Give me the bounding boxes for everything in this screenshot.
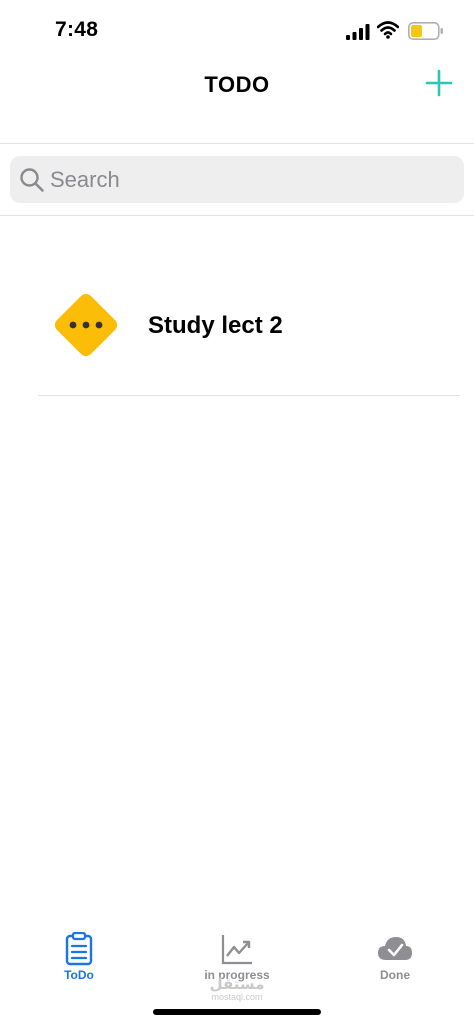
battery-icon — [408, 22, 443, 40]
tab-label: Done — [380, 968, 410, 982]
tab-todo[interactable]: ToDo — [0, 924, 158, 996]
tab-label: ToDo — [64, 968, 94, 982]
watermark-latin: mostaql.com — [211, 992, 263, 1002]
watermark: مستقل mostaql.com — [200, 976, 274, 1002]
home-indicator[interactable] — [153, 1009, 321, 1015]
plus-icon[interactable] — [424, 68, 454, 98]
status-time: 7:48 — [55, 18, 99, 41]
wifi-icon — [377, 21, 399, 39]
cellular-signal-icon — [346, 24, 370, 40]
tab-done[interactable]: Done — [316, 924, 474, 996]
list-item[interactable]: Study lect 2 — [38, 276, 460, 396]
nav-bar: TODO — [0, 62, 474, 144]
status-bar: 7:48 — [0, 0, 474, 62]
ellipsis-diamond-icon — [54, 293, 118, 357]
search-section — [0, 144, 474, 216]
watermark-arabic: مستقل — [209, 975, 265, 993]
page-title: TODO — [204, 72, 270, 97]
search-input[interactable] — [50, 156, 450, 203]
trending-up-chart-icon — [221, 935, 252, 965]
search-icon — [20, 168, 44, 192]
cloud-check-icon — [378, 937, 412, 960]
search-bar[interactable] — [10, 156, 464, 203]
task-title: Study lect 2 — [148, 312, 283, 339]
clipboard-list-icon — [65, 932, 93, 966]
